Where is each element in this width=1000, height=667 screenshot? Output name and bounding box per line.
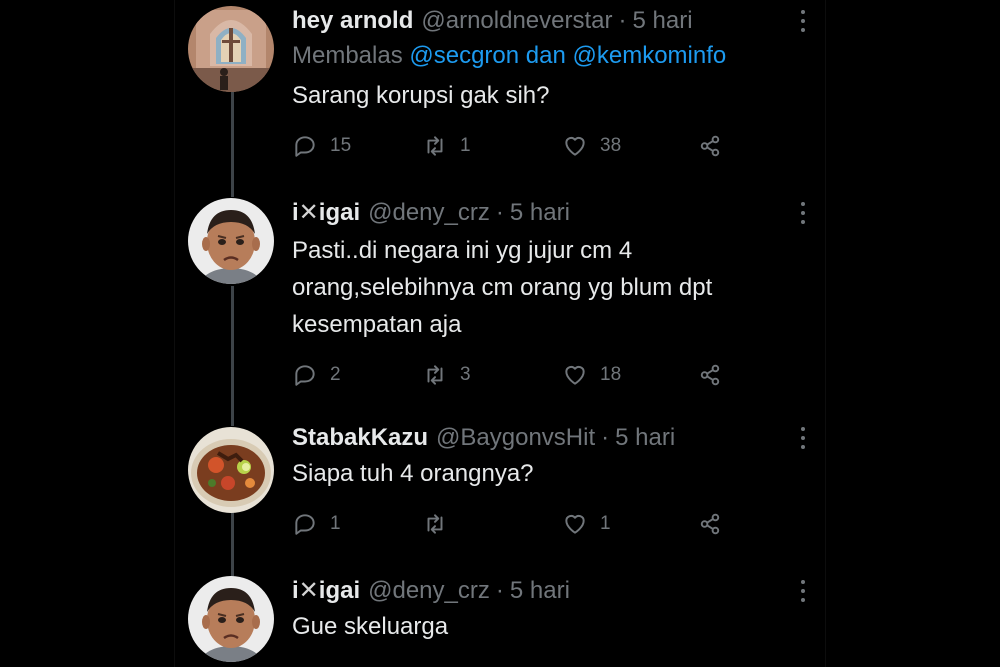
tweet[interactable]: i✕igai @deny_crz · 5 hari Pasti..di nega… [188,198,818,408]
avatar[interactable] [188,427,274,513]
user-handle[interactable]: @BaygonvsHit [436,423,595,453]
user-handle[interactable]: @deny_crz [368,576,490,606]
avatar[interactable] [188,6,274,92]
like-button[interactable]: 18 [562,360,621,390]
share-button[interactable] [697,131,735,161]
tweet-text: Sarang korupsi gak sih? [292,82,550,109]
tweet-header: i✕igai @deny_crz · 5 hari [292,576,818,606]
reply-button[interactable]: 15 [292,131,351,161]
retweet-icon [427,514,443,534]
more-options-icon[interactable] [800,580,806,602]
timestamp[interactable]: 5 hari [510,576,570,606]
separator-dot: · [618,7,627,34]
retweet-count: 1 [460,135,471,156]
user-handle[interactable]: @deny_crz [368,198,490,228]
tweet-text: Siapa tuh 4 orangnya? [292,460,534,487]
display-name-part: igai [318,577,361,604]
reply-count: 1 [330,513,341,534]
share-icon [700,364,720,386]
tweet[interactable]: StabakKazu @BaygonvsHit · 5 hari Siapa t… [188,423,818,553]
like-count: 38 [600,135,622,156]
food-bowl-avatar [188,427,274,513]
tweet-header: i✕igai @deny_crz · 5 hari [292,198,818,228]
like-button[interactable]: 1 [562,509,611,539]
like-count: 18 [600,364,622,385]
more-options-icon[interactable] [800,10,806,32]
share-button[interactable] [697,509,735,539]
replying-to-label: Membalas [292,42,410,69]
tweet-text: Pasti..di negara ini yg jujur cm 4 orang… [292,232,818,343]
reply-count: 15 [330,135,352,156]
heart-icon [565,365,585,385]
retweet-button[interactable]: 1 [422,131,471,161]
heart-icon [565,514,585,534]
display-name[interactable]: hey arnold [292,6,413,36]
tweet-actions: 1 1 [292,509,732,539]
tweet-header: StabakKazu @BaygonvsHit · 5 hari [292,423,818,453]
more-options-icon[interactable] [800,202,806,224]
retweet-icon [427,136,443,156]
like-count: 1 [600,513,611,534]
timestamp[interactable]: 5 hari [510,198,570,228]
avatar[interactable] [188,198,274,284]
frowning-boy-avatar [188,198,274,284]
user-handle[interactable]: @arnoldneverstar [421,6,612,36]
x-emoji: ✕ [298,577,319,604]
timestamp[interactable]: 5 hari [632,6,692,36]
display-name[interactable]: i✕igai [292,198,360,228]
display-name[interactable]: StabakKazu [292,423,428,453]
x-emoji: ✕ [298,199,319,226]
tweet-text-line: kesempatan aja [292,311,462,338]
reply-icon [295,514,315,535]
separator-dot: · [601,424,610,451]
tweet-actions: 15 1 38 [292,131,732,161]
heart-icon [565,136,585,156]
tweet-text-line: Pasti..di negara ini yg jujur cm 4 [292,237,633,264]
display-name-part: i [292,199,299,226]
tweet-header: hey arnold @arnoldneverstar · 5 hari [292,6,818,36]
separator-dot: · [495,577,504,604]
reply-button[interactable]: 2 [292,360,341,390]
tweet[interactable]: hey arnold @arnoldneverstar · 5 hari Mem… [188,6,818,186]
tweet-text: Gue skeluarga [292,613,449,640]
display-name[interactable]: i✕igai [292,576,360,606]
retweet-button[interactable]: 3 [422,360,471,390]
display-name-part: i [292,577,299,604]
display-name-part: igai [318,199,361,226]
tweet[interactable]: i✕igai @deny_crz · 5 hari Gue skeluarga [188,576,818,667]
frowning-boy-avatar [188,576,274,662]
reply-icon [295,136,315,157]
share-icon [700,513,720,535]
like-button[interactable]: 38 [562,131,621,161]
reply-mentions-link[interactable]: @secgron dan @kemkominfo [409,42,726,69]
timestamp[interactable]: 5 hari [615,423,675,453]
more-options-icon[interactable] [800,427,806,449]
separator-dot: · [495,199,504,226]
reply-button[interactable]: 1 [292,509,341,539]
reply-count: 2 [330,364,341,385]
share-button[interactable] [697,360,735,390]
share-icon [700,135,720,157]
retweet-count: 3 [460,364,471,385]
tweet-actions: 2 3 18 [292,360,732,390]
replying-to: Membalas @secgron dan @kemkominfo [292,41,818,71]
retweet-icon [427,365,443,385]
church-interior-avatar [188,6,274,92]
retweet-button[interactable] [422,509,460,539]
avatar[interactable] [188,576,274,662]
reply-icon [295,365,315,386]
tweet-text-line: orang,selebihnya cm orang yg blum dpt [292,274,713,301]
